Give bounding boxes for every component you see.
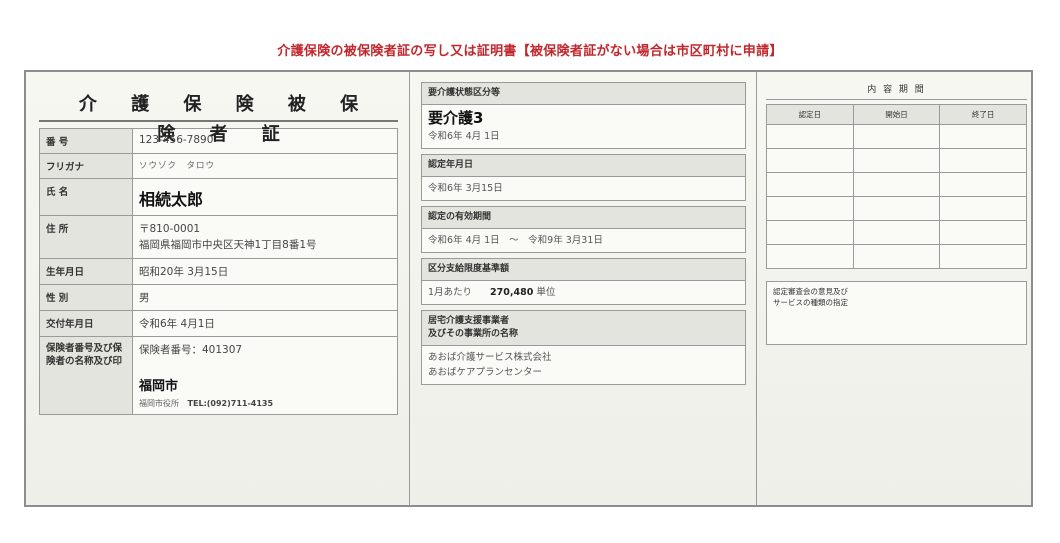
table-cell bbox=[852, 244, 941, 269]
table-row: 交付年月日 令和6年 4月1日 bbox=[39, 310, 398, 337]
table-row: フリガナ ソウゾク タロウ bbox=[39, 153, 398, 179]
table-row bbox=[766, 196, 1027, 221]
table-cell bbox=[939, 172, 1027, 197]
sex-value: 男 bbox=[132, 284, 398, 311]
care-status-block: 要介護状態区分等 要介護3 令和6年 4月 1日 bbox=[421, 82, 746, 149]
care-status-body: 要介護3 令和6年 4月 1日 bbox=[422, 105, 745, 148]
table-row bbox=[766, 124, 1027, 149]
issue-date-value: 令和6年 4月1日 bbox=[132, 310, 398, 337]
table-cell bbox=[852, 172, 941, 197]
table-cell bbox=[766, 172, 854, 197]
card-right-panel: 内 容 期 間 認定日 開始日 終了日 認定審査会の意見及び サービスの種類の指… bbox=[766, 80, 1027, 345]
care-status-date: 令和6年 4月 1日 bbox=[428, 131, 500, 142]
table-row bbox=[766, 220, 1027, 245]
cert-date-value: 令和6年 3月15日 bbox=[428, 183, 503, 194]
opinion-label-line: 認定審査会の意見及び bbox=[773, 287, 848, 296]
content-period-title: 内 容 期 間 bbox=[766, 80, 1027, 100]
benefit-limit-unit: 単位 bbox=[536, 287, 556, 298]
insurer-cell: 保険者番号：401307 福岡市 福岡市役所 TEL:(092)711-4135 bbox=[132, 336, 398, 415]
table-cell bbox=[766, 244, 854, 269]
benefit-limit-amount: 270,480 bbox=[490, 287, 534, 298]
card-title: 介 護 保 険 被 保 険 者 証 bbox=[39, 90, 398, 145]
address-cell: 〒810-0001 福岡県福岡市中央区天神1丁目8番1号 bbox=[132, 215, 398, 259]
column-header-start-date: 開始日 bbox=[852, 104, 941, 125]
column-header-end-date: 終了日 bbox=[939, 104, 1027, 125]
care-provider-body: あおば介護サービス株式会社 あおばケアプランセンター bbox=[422, 346, 745, 384]
care-provider-company: あおば介護サービス株式会社 bbox=[428, 352, 552, 363]
benefit-limit-body: 1月あたり 270,480 単位 bbox=[422, 281, 745, 304]
furigana-value: ソウゾク タロウ bbox=[132, 153, 398, 179]
table-cell bbox=[766, 220, 854, 245]
birthdate-label: 生年月日 bbox=[39, 258, 133, 285]
postal-code: 〒810-0001 bbox=[139, 223, 201, 235]
table-cell bbox=[852, 220, 941, 245]
page-caption: 介護保険の被保険者証の写し又は証明書【被保険者証がない場合は市区町村に申請】 bbox=[277, 44, 783, 59]
birthdate-value: 昭和20年 3月15日 bbox=[132, 258, 398, 285]
table-cell bbox=[852, 196, 941, 221]
insurer-office: 福岡市役所 bbox=[139, 399, 179, 408]
care-provider-label-line: 居宅介護支援事業者 bbox=[428, 316, 510, 326]
valid-period-value: 令和6年 4月 1日 ～ 令和9年 3月31日 bbox=[428, 235, 603, 246]
table-row bbox=[766, 172, 1027, 197]
care-provider-label: 居宅介護支援事業者 及びその事業所の名称 bbox=[422, 311, 745, 346]
benefit-limit-label: 区分支給限度基準額 bbox=[422, 259, 745, 281]
opinion-label-line: サービスの種類の指定 bbox=[773, 298, 848, 307]
period-table: 認定日 開始日 終了日 bbox=[766, 104, 1027, 269]
benefit-limit-prefix: 1月あたり bbox=[428, 287, 473, 298]
care-level-value: 要介護3 bbox=[428, 109, 484, 127]
number-label: 番 号 bbox=[39, 128, 133, 154]
care-status-label: 要介護状態区分等 bbox=[422, 83, 745, 105]
insurer-tel: TEL:(092)711-4135 bbox=[187, 399, 274, 408]
cert-date-block: 認定年月日 令和6年 3月15日 bbox=[421, 154, 746, 201]
address-label: 住 所 bbox=[39, 215, 133, 259]
review-board-opinion-box: 認定審査会の意見及び サービスの種類の指定 bbox=[766, 281, 1027, 345]
holder-info-table: 番 号 123-456-7890 フリガナ ソウゾク タロウ 氏 名 相続太郎 … bbox=[39, 128, 398, 415]
table-row bbox=[766, 148, 1027, 173]
care-provider-office: あおばケアプランセンター bbox=[428, 367, 543, 378]
card-middle-panel: 要介護状態区分等 要介護3 令和6年 4月 1日 認定年月日 令和6年 3月15… bbox=[421, 82, 746, 390]
table-row: 氏 名 相続太郎 bbox=[39, 178, 398, 216]
cert-date-label: 認定年月日 bbox=[422, 155, 745, 177]
name-label: 氏 名 bbox=[39, 178, 133, 216]
table-cell bbox=[939, 220, 1027, 245]
insurance-card: 介 護 保 険 被 保 険 者 証 番 号 123-456-7890 フリガナ … bbox=[24, 70, 1033, 507]
card-front-panel: 介 護 保 険 被 保 険 者 証 番 号 123-456-7890 フリガナ … bbox=[39, 72, 398, 415]
address-value: 福岡県福岡市中央区天神1丁目8番1号 bbox=[139, 239, 317, 251]
table-cell bbox=[766, 124, 854, 149]
care-provider-block: 居宅介護支援事業者 及びその事業所の名称 あおば介護サービス株式会社 あおばケア… bbox=[421, 310, 746, 385]
table-cell bbox=[852, 148, 941, 173]
table-cell bbox=[766, 196, 854, 221]
table-cell bbox=[939, 244, 1027, 269]
insurer-contact: 福岡市役所 TEL:(092)711-4135 bbox=[139, 398, 391, 409]
insurer-name: 福岡市 bbox=[139, 379, 179, 394]
panel-divider bbox=[756, 72, 757, 505]
table-cell bbox=[939, 148, 1027, 173]
benefit-limit-block: 区分支給限度基準額 1月あたり 270,480 単位 bbox=[421, 258, 746, 305]
table-cell bbox=[939, 124, 1027, 149]
name-cell: 相続太郎 bbox=[132, 178, 398, 216]
table-row: 保険者番号及び保険者の名称及び印 保険者番号：401307 福岡市 福岡市役所 … bbox=[39, 336, 398, 415]
table-row: 住 所 〒810-0001 福岡県福岡市中央区天神1丁目8番1号 bbox=[39, 215, 398, 259]
table-cell bbox=[939, 196, 1027, 221]
furigana-label: フリガナ bbox=[39, 153, 133, 179]
valid-period-block: 認定の有効期間 令和6年 4月 1日 ～ 令和9年 3月31日 bbox=[421, 206, 746, 253]
table-row: 生年月日 昭和20年 3月15日 bbox=[39, 258, 398, 285]
valid-period-label: 認定の有効期間 bbox=[422, 207, 745, 229]
insurer-number: 保険者番号：401307 bbox=[139, 344, 243, 356]
name-value: 相続太郎 bbox=[139, 190, 204, 209]
table-row bbox=[766, 244, 1027, 269]
table-cell bbox=[852, 124, 941, 149]
care-provider-label-line: 及びその事業所の名称 bbox=[428, 329, 519, 339]
panel-divider bbox=[409, 72, 410, 505]
table-row: 性 別 男 bbox=[39, 284, 398, 311]
table-cell bbox=[766, 148, 854, 173]
table-header-row: 認定日 開始日 終了日 bbox=[766, 104, 1027, 125]
sex-label: 性 別 bbox=[39, 284, 133, 311]
issue-date-label: 交付年月日 bbox=[39, 310, 133, 337]
insurer-label: 保険者番号及び保険者の名称及び印 bbox=[39, 336, 133, 415]
column-header-cert-date: 認定日 bbox=[766, 104, 854, 125]
